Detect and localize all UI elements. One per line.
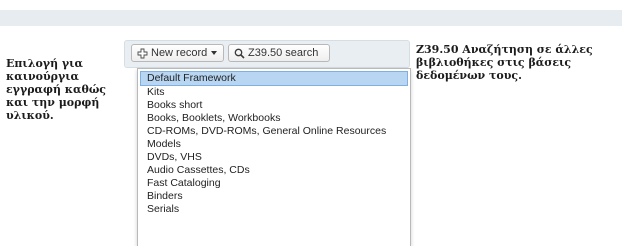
menu-item-dvds-vhs[interactable]: DVDs, VHS — [140, 151, 408, 164]
z3950-search-button[interactable]: Z39.50 search — [228, 44, 330, 62]
annotation-line: Z39.50 Αναζήτηση σε άλλες — [416, 43, 593, 56]
z3950-search-label: Z39.50 search — [248, 47, 319, 59]
annotation-line: εγγραφή καθώς — [6, 83, 106, 96]
new-record-label: New record — [151, 47, 208, 59]
new-record-annotation: Επιλογή για καινούργια εγγραφή καθώς και… — [6, 57, 126, 122]
framework-dropdown-menu: Default Framework Kits Books short Books… — [137, 68, 411, 246]
annotation-line: βιβλιοθήκες στις βάσεις — [416, 56, 572, 69]
plus-icon — [137, 48, 148, 59]
menu-item-fast-cataloging[interactable]: Fast Cataloging — [140, 177, 408, 190]
annotation-line: Επιλογή για — [6, 57, 83, 70]
menu-item-serials[interactable]: Serials — [140, 203, 408, 216]
new-record-button[interactable]: New record — [131, 44, 224, 62]
chevron-down-icon — [211, 51, 218, 55]
menu-item-binders[interactable]: Binders — [140, 190, 408, 203]
cataloging-toolbar: New record Z39.50 search — [124, 40, 410, 68]
top-bar — [0, 10, 622, 26]
page: Επιλογή για καινούργια εγγραφή καθώς και… — [0, 0, 622, 246]
annotation-line: και την μορφή — [6, 96, 100, 109]
menu-item-books-short[interactable]: Books short — [140, 99, 408, 112]
menu-item-default-framework[interactable]: Default Framework — [140, 71, 408, 86]
menu-item-models[interactable]: Models — [140, 138, 408, 151]
menu-item-kits[interactable]: Kits — [140, 86, 408, 99]
menu-item-cd-dvd-online-resources[interactable]: CD-ROMs, DVD-ROMs, General Online Resour… — [140, 125, 408, 138]
menu-item-audio-cassettes-cds[interactable]: Audio Cassettes, CDs — [140, 164, 408, 177]
annotation-line: δεδομένων τους. — [416, 69, 522, 82]
annotation-line: καινούργια — [6, 70, 79, 83]
z3950-annotation: Z39.50 Αναζήτηση σε άλλες βιβλιοθήκες στ… — [416, 43, 616, 82]
menu-item-books-booklets-workbooks[interactable]: Books, Booklets, Workbooks — [140, 112, 408, 125]
search-icon — [234, 48, 245, 59]
annotation-line: υλικού. — [6, 109, 54, 122]
